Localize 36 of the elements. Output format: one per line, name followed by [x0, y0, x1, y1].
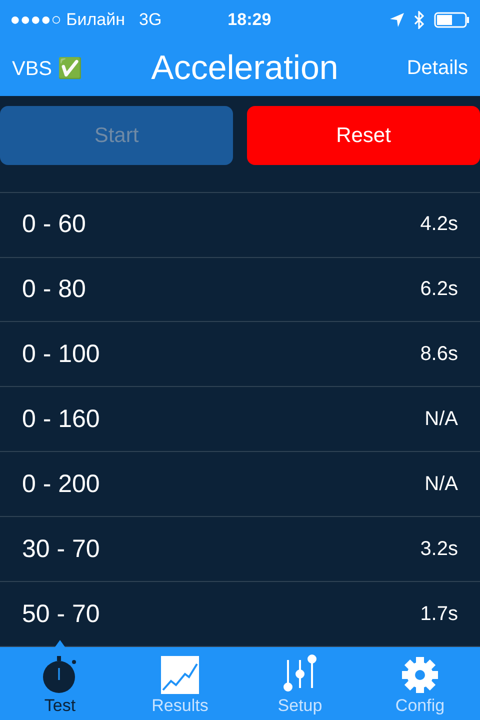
time-value: 3.2s — [420, 538, 458, 561]
time-value: 4.2s — [420, 213, 458, 236]
time-value: 6.2s — [420, 278, 458, 301]
tab-item[interactable]: Results — [120, 647, 240, 720]
speed-range: 0 - 80 — [22, 275, 86, 304]
reset-button[interactable]: Reset — [247, 106, 480, 166]
tab-label: Setup — [278, 696, 322, 716]
tab-label: Results — [152, 696, 208, 716]
battery-icon — [434, 12, 470, 28]
speed-range: 0 - 160 — [22, 404, 100, 434]
tab-item[interactable]: Test — [0, 647, 120, 720]
details-link[interactable]: Details — [406, 56, 468, 80]
tab-item[interactable]: Setup — [240, 647, 360, 720]
time-value: N/A — [424, 472, 458, 496]
carrier-text: ●●●●○ Билайн — [10, 10, 125, 30]
location-icon — [390, 13, 404, 27]
speed-range: 0 - 60 — [22, 210, 86, 240]
tab-label: Test — [44, 696, 76, 716]
chart-icon — [161, 656, 199, 694]
tab-item[interactable]: Config — [360, 647, 480, 720]
network-text: 3G — [138, 10, 162, 30]
vbs-label[interactable]: VBS ✅ — [12, 56, 83, 80]
speed-range: 50 - 70 — [22, 600, 100, 629]
nav-title: Acceleration — [151, 48, 338, 88]
sliders-icon — [283, 654, 317, 694]
bluetooth-icon — [414, 11, 424, 29]
settings-icon — [401, 656, 439, 694]
stopwatch-icon — [41, 654, 79, 694]
time-value: 1.7s — [420, 602, 458, 626]
time-value: N/A — [424, 408, 458, 431]
tab-label: Config — [395, 696, 445, 716]
clock-text: 18:29 — [228, 10, 272, 30]
time-value: 8.6s — [420, 342, 458, 366]
speed-range: 30 - 70 — [22, 534, 100, 564]
speed-range: 0 - 200 — [22, 470, 100, 499]
speed-range: 0 - 100 — [22, 340, 100, 369]
